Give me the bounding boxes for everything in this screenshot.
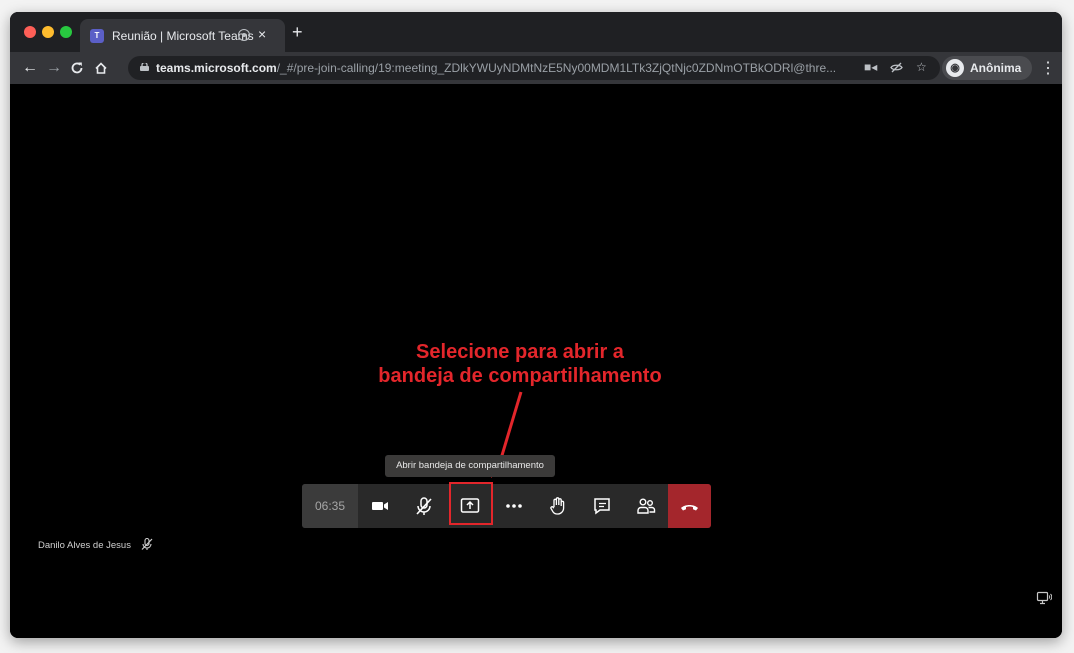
home-icon[interactable]: [94, 58, 108, 81]
forward-icon[interactable]: →: [46, 58, 62, 78]
annotation-text: Selecione para abrir a bandeja de compar…: [300, 340, 740, 388]
new-tab-button[interactable]: +: [292, 22, 303, 43]
camera-icon: [372, 502, 388, 510]
participants-button[interactable]: [624, 484, 668, 528]
raise-hand-icon: [550, 497, 565, 515]
chat-icon: [594, 498, 610, 515]
close-window-button[interactable]: [24, 26, 36, 38]
mic-off-icon: [141, 537, 153, 550]
participants-icon: [637, 498, 656, 514]
camera-icon[interactable]: ■◂: [864, 60, 877, 74]
mic-button[interactable]: [402, 484, 446, 528]
tab-title: Reunião | Microsoft Teams: [112, 29, 254, 43]
hang-up-button[interactable]: [668, 484, 711, 528]
call-timer: 06:35: [302, 484, 358, 528]
share-button-highlight: [449, 482, 493, 525]
eye-off-icon[interactable]: [890, 60, 903, 77]
star-icon[interactable]: ☆: [916, 60, 927, 74]
annotation-line-2: bandeja de compartilhamento: [378, 365, 662, 387]
profile-label: Anônima: [970, 61, 1022, 75]
url-text: teams.microsoft.com/_#/pre-join-calling/…: [156, 61, 846, 75]
device-settings-icon[interactable]: [1036, 590, 1052, 606]
share-tooltip: Abrir bandeja de compartilhamento: [385, 455, 555, 477]
back-icon[interactable]: ←: [22, 58, 38, 78]
menu-icon[interactable]: ⋮: [1040, 58, 1056, 78]
mic-off-icon: [416, 497, 432, 515]
tab-close-button[interactable]: ×: [258, 26, 266, 42]
raise-hand-button[interactable]: [536, 484, 580, 528]
tab-strip: T Reunião | Microsoft Teams × +: [10, 12, 1062, 52]
more-icon: [506, 504, 522, 508]
browser-tab[interactable]: T Reunião | Microsoft Teams ×: [80, 19, 285, 52]
participant-name: Danilo Alves de Jesus: [38, 540, 131, 551]
url-host: teams.microsoft.com: [156, 61, 277, 75]
browser-window: T Reunião | Microsoft Teams × + ← → team…: [10, 12, 1062, 638]
minimize-window-button[interactable]: [42, 26, 54, 38]
lock-icon: [140, 63, 149, 71]
reload-icon[interactable]: [70, 58, 84, 81]
maximize-window-button[interactable]: [60, 26, 72, 38]
more-actions-button[interactable]: [492, 484, 536, 528]
teams-favicon-icon: T: [90, 29, 104, 43]
browser-toolbar: ← → teams.microsoft.com/_#/pre-join-call…: [10, 52, 1062, 84]
annotation-line-1: Selecione para abrir a: [416, 341, 624, 363]
chat-button[interactable]: [580, 484, 624, 528]
address-bar[interactable]: teams.microsoft.com/_#/pre-join-calling/…: [128, 56, 940, 80]
camera-button[interactable]: [358, 484, 402, 528]
call-controls-bar: 06:35: [302, 484, 711, 528]
url-path: /_#/pre-join-calling/19:meeting_ZDlkYWUy…: [276, 61, 837, 75]
incognito-profile-button[interactable]: ◉ Anônima: [942, 56, 1032, 80]
recording-indicator-icon: [238, 29, 250, 41]
incognito-icon: ◉: [946, 59, 964, 77]
hang-up-icon: [681, 505, 698, 511]
